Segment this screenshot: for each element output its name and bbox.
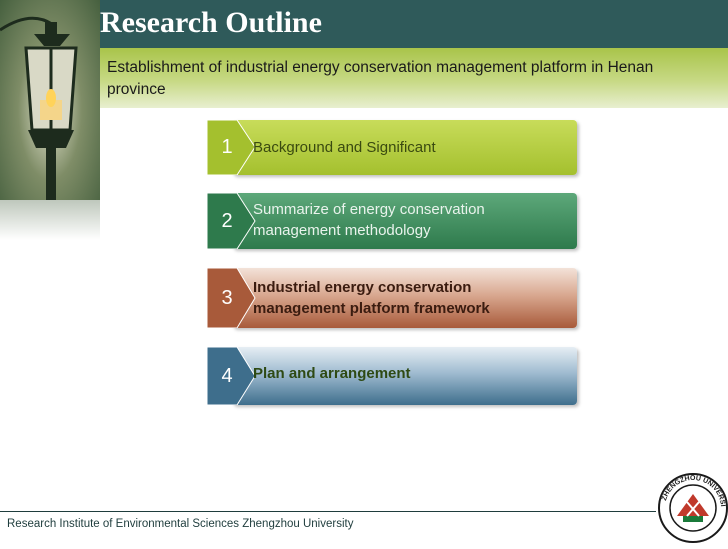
zhengzhou-university-seal: ZHENGZHOU UNIVERSITY [655,467,728,544]
outline-item-4: 4 Plan and arrangement [207,347,577,405]
footer-divider [0,511,656,512]
item-number: 2 [221,209,233,232]
lamp-image [0,0,100,200]
item-label: Industrial energy conservation managemen… [253,279,490,317]
item-number: 1 [221,136,233,158]
footer-text: Research Institute of Environmental Scie… [7,518,354,530]
item-label: Plan and arrangement [253,365,411,382]
item-number: 4 [221,364,233,387]
item-label: Summarize of energy conservation managem… [253,201,485,239]
outline-item-2: 2 Summarize of energy conservation manag… [207,193,577,249]
page-title: Research Outline [100,6,322,39]
outline-item-1: 1 Background and Significant [207,120,577,175]
item-number: 3 [221,286,233,309]
lamp-fade [0,200,100,240]
item-label: Background and Significant [253,139,436,156]
subtitle: Establishment of industrial energy conse… [107,59,654,98]
outline-item-3: 3 Industrial energy conservation managem… [207,268,577,328]
